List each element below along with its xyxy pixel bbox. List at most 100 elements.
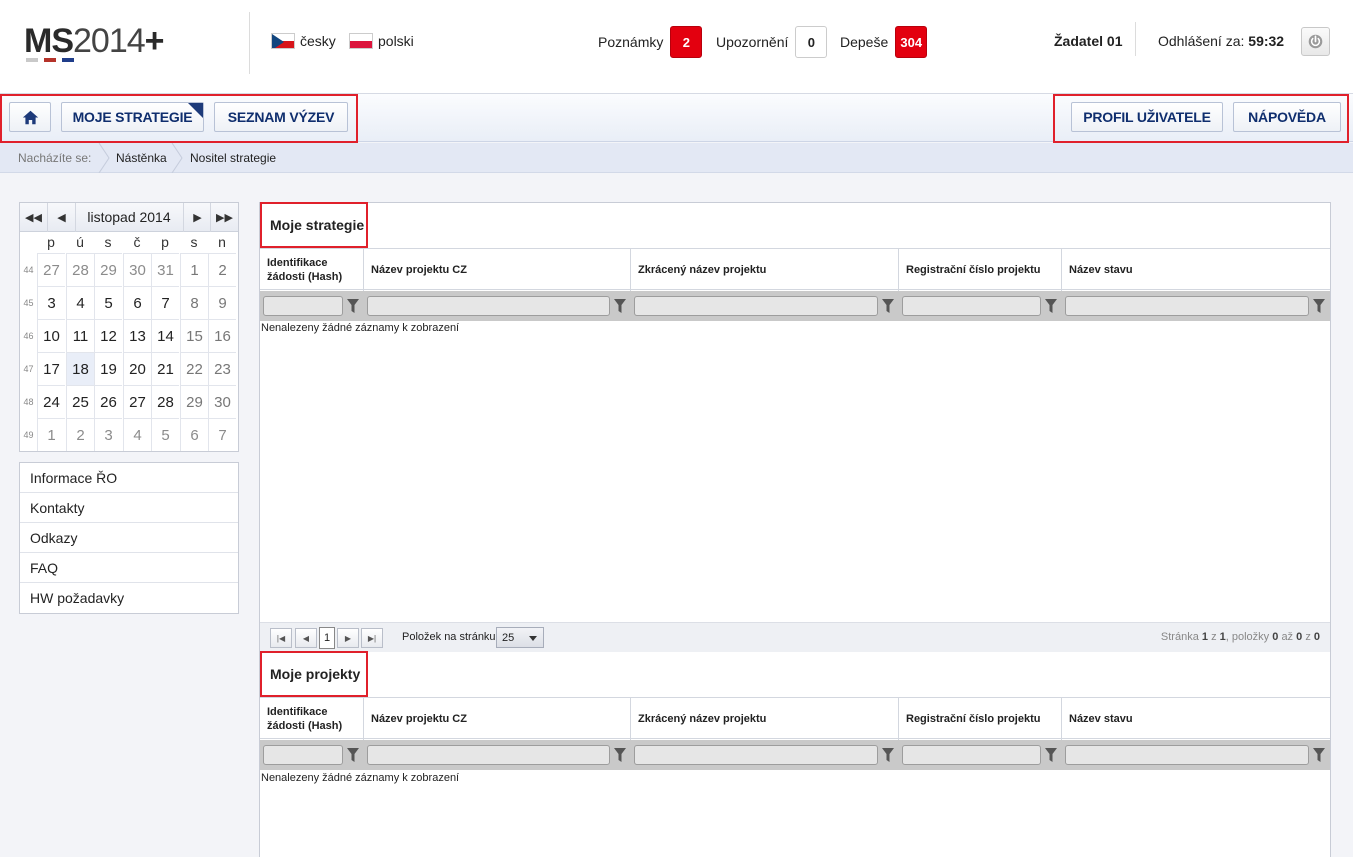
prev-page-icon[interactable]: ◀: [295, 628, 317, 648]
calendar-day[interactable]: 27: [123, 385, 151, 418]
filter-icon[interactable]: [614, 747, 626, 763]
calendar-day[interactable]: 6: [123, 286, 151, 319]
filter-icon[interactable]: [1045, 747, 1057, 763]
calendar-day[interactable]: 16: [208, 319, 236, 352]
next-month-icon[interactable]: ▶: [183, 203, 211, 232]
filter-icon[interactable]: [347, 747, 359, 763]
warnings-count-badge[interactable]: 0: [795, 26, 828, 58]
column-header[interactable]: Zkrácený název projektu: [631, 249, 899, 291]
column-filter-input[interactable]: [634, 745, 878, 765]
calendar-day[interactable]: 24: [37, 385, 65, 418]
calendar-day[interactable]: 31: [151, 253, 179, 286]
home-button[interactable]: [9, 102, 51, 132]
warnings-notification[interactable]: Upozornění 0: [716, 26, 828, 58]
calendar-day[interactable]: 15: [180, 319, 208, 352]
filter-icon[interactable]: [614, 298, 626, 314]
column-filter-input[interactable]: [1065, 745, 1309, 765]
side-menu-item[interactable]: HW požadavky: [20, 583, 238, 613]
filter-icon[interactable]: [1045, 298, 1057, 314]
calendar-day[interactable]: 7: [151, 286, 179, 319]
calendar-title[interactable]: listopad 2014: [76, 209, 182, 225]
column-filter-input[interactable]: [263, 745, 343, 765]
column-header[interactable]: Zkrácený název projektu: [631, 698, 899, 740]
calendar-day[interactable]: 3: [94, 418, 122, 451]
column-header[interactable]: Název projektu CZ: [364, 249, 631, 291]
calendar-day[interactable]: 27: [37, 253, 65, 286]
calendar-day[interactable]: 17: [37, 352, 65, 385]
calendar-day[interactable]: 30: [208, 385, 236, 418]
calendar-day[interactable]: 7: [208, 418, 236, 451]
column-header[interactable]: Registrační číslo projektu: [899, 698, 1062, 740]
column-header[interactable]: Identifikace žádosti (Hash): [260, 249, 364, 291]
first-page-icon[interactable]: |◀: [270, 628, 292, 648]
notes-notification[interactable]: Poznámky 2: [598, 26, 703, 58]
breadcrumb-nastenka[interactable]: Nástěnka: [116, 151, 167, 165]
calendar-day[interactable]: 5: [151, 418, 179, 451]
calendar-day[interactable]: 13: [123, 319, 151, 352]
calendar-day[interactable]: 4: [123, 418, 151, 451]
calendar-day[interactable]: 26: [94, 385, 122, 418]
language-polish[interactable]: polski: [349, 33, 414, 49]
next-page-icon[interactable]: ▶: [337, 628, 359, 648]
column-header[interactable]: Název stavu: [1062, 698, 1330, 740]
filter-icon[interactable]: [882, 747, 894, 763]
calendar-day[interactable]: 10: [37, 319, 65, 352]
calendar-day[interactable]: 8: [180, 286, 208, 319]
calendar-day[interactable]: 11: [66, 319, 94, 352]
prev-month-icon[interactable]: ◀: [48, 203, 76, 232]
calendar-day[interactable]: 29: [94, 253, 122, 286]
messages-notification[interactable]: Depeše 304: [840, 26, 928, 58]
calendar-day[interactable]: 25: [66, 385, 94, 418]
calendar-day[interactable]: 6: [180, 418, 208, 451]
calendar-day[interactable]: 4: [66, 286, 94, 319]
column-filter-input[interactable]: [367, 745, 610, 765]
column-filter-input[interactable]: [634, 296, 878, 316]
side-menu-item[interactable]: FAQ: [20, 553, 238, 583]
calendar-day[interactable]: 29: [180, 385, 208, 418]
calendar-day[interactable]: 28: [151, 385, 179, 418]
calendar-day[interactable]: 2: [208, 253, 236, 286]
filter-icon[interactable]: [882, 298, 894, 314]
nav-profil-uzivatele[interactable]: PROFIL UŽIVATELE: [1071, 102, 1223, 132]
calendar-day[interactable]: 5: [94, 286, 122, 319]
filter-icon[interactable]: [1313, 298, 1325, 314]
column-header[interactable]: Registrační číslo projektu: [899, 249, 1062, 291]
calendar-day[interactable]: 1: [180, 253, 208, 286]
calendar-day[interactable]: 2: [66, 418, 94, 451]
nav-napoveda[interactable]: NÁPOVĚDA: [1233, 102, 1341, 132]
last-page-icon[interactable]: ▶|: [361, 628, 383, 648]
nav-moje-strategie[interactable]: MOJE STRATEGIE: [61, 102, 204, 132]
calendar-day[interactable]: 9: [208, 286, 236, 319]
calendar-day[interactable]: 22: [180, 352, 208, 385]
per-page-select[interactable]: 25: [496, 627, 544, 648]
column-header[interactable]: Název stavu: [1062, 249, 1330, 291]
calendar-day[interactable]: 12: [94, 319, 122, 352]
logout-button[interactable]: [1301, 27, 1330, 56]
calendar-day[interactable]: 23: [208, 352, 236, 385]
calendar-day[interactable]: 19: [94, 352, 122, 385]
messages-count-badge[interactable]: 304: [895, 26, 928, 58]
side-menu-item[interactable]: Kontakty: [20, 493, 238, 523]
language-czech[interactable]: česky: [271, 33, 336, 49]
column-filter-input[interactable]: [367, 296, 610, 316]
calendar-day[interactable]: 30: [123, 253, 151, 286]
ms2014-logo[interactable]: MS2014+: [24, 22, 164, 61]
column-header[interactable]: Identifikace žádosti (Hash): [260, 698, 364, 740]
calendar-day[interactable]: 18: [66, 352, 94, 385]
side-menu-item[interactable]: Odkazy: [20, 523, 238, 553]
column-header[interactable]: Název projektu CZ: [364, 698, 631, 740]
column-filter-input[interactable]: [902, 745, 1041, 765]
calendar-day[interactable]: 14: [151, 319, 179, 352]
prev-year-icon[interactable]: ◀◀: [20, 203, 48, 232]
side-menu-item[interactable]: Informace ŘO: [20, 463, 238, 493]
calendar-day[interactable]: 21: [151, 352, 179, 385]
column-filter-input[interactable]: [1065, 296, 1309, 316]
filter-icon[interactable]: [347, 298, 359, 314]
current-page-input[interactable]: 1: [319, 627, 335, 649]
next-year-icon[interactable]: ▶▶: [210, 203, 238, 232]
filter-icon[interactable]: [1313, 747, 1325, 763]
column-filter-input[interactable]: [902, 296, 1041, 316]
notes-count-badge[interactable]: 2: [670, 26, 703, 58]
calendar-day[interactable]: 28: [66, 253, 94, 286]
calendar-day[interactable]: 1: [37, 418, 65, 451]
